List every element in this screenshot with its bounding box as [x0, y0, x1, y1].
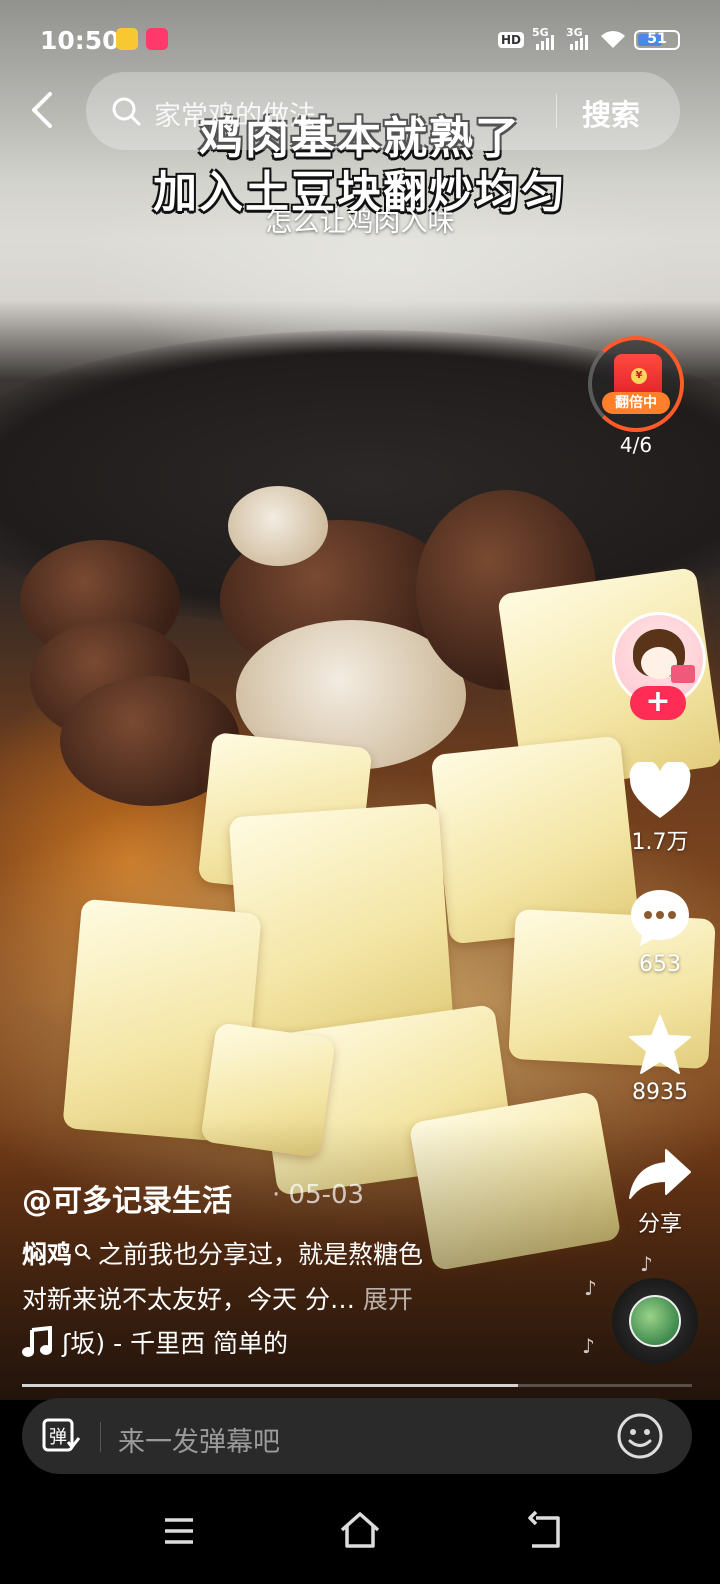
like-count: 1.7万: [631, 830, 689, 855]
video-progress-fill: [22, 1384, 518, 1387]
music-note-icon: ♪: [582, 1334, 595, 1358]
search-icon: [112, 97, 141, 126]
post-date: · 05-03: [272, 1180, 365, 1210]
danmaku-toggle-icon[interactable]: 弹: [42, 1418, 80, 1454]
search-bar[interactable]: 家常鸡的做法 搜索: [86, 72, 680, 150]
home-icon[interactable]: [337, 1508, 383, 1554]
system-nav-bar: [0, 1484, 720, 1584]
music-cover: [629, 1295, 681, 1347]
red-packet-widget[interactable]: ¥ 翻倍中: [588, 336, 684, 432]
battery-icon: 51: [634, 30, 680, 50]
favorite-button[interactable]: 8935: [610, 1014, 710, 1105]
search-divider: [556, 94, 557, 128]
description-line-1: 焖鸡 之前我也分享过，就是熬糖色: [22, 1232, 582, 1277]
music-row[interactable]: ʃ坂) - 千里西 简单的: [22, 1322, 288, 1362]
danmaku-divider: [100, 1422, 101, 1452]
description-text-1: 之前我也分享过，就是熬糖色: [98, 1240, 424, 1269]
emoji-icon[interactable]: [616, 1412, 664, 1460]
network-5g-label: 5G: [532, 26, 549, 39]
share-label: 分享: [637, 1212, 682, 1237]
clock: 10:50: [40, 26, 120, 55]
mushroom: [228, 486, 328, 566]
status-icons: HD 5G 3G 51: [497, 26, 680, 52]
music-note-icon: ♪: [640, 1252, 653, 1276]
search-button[interactable]: 搜索: [582, 92, 640, 134]
red-packet-progress: 4/6: [619, 433, 653, 457]
topic-tag[interactable]: 焖鸡: [22, 1240, 72, 1269]
like-button[interactable]: 1.7万: [610, 762, 710, 856]
search-input[interactable]: 家常鸡的做法: [154, 94, 316, 133]
heart-icon: [629, 762, 691, 818]
danmaku-icon-label: 弹: [49, 1427, 67, 1448]
signal-3g-icon: 3G: [566, 26, 592, 50]
back-icon[interactable]: [26, 90, 62, 130]
back-nav-icon[interactable]: [522, 1508, 568, 1554]
search-small-icon: [75, 1244, 91, 1260]
favorite-count: 8935: [632, 1080, 688, 1105]
battery-level: 51: [647, 31, 667, 47]
danmaku-bar[interactable]: 弹 来一发弹幕吧: [22, 1398, 692, 1474]
menu-icon[interactable]: [156, 1508, 202, 1554]
comment-icon: [631, 890, 689, 946]
app-notification-icon: [146, 28, 168, 50]
follow-button[interactable]: +: [630, 686, 686, 720]
music-title: ʃ坂) - 千里西 简单的: [62, 1329, 289, 1358]
comment-count: 653: [639, 952, 681, 977]
coin-icon: ¥: [631, 368, 647, 384]
network-3g-label: 3G: [566, 26, 583, 39]
hd-icon: HD: [497, 32, 524, 48]
description-line-2: 对新来说不太友好，今天 分… 展开: [22, 1277, 582, 1322]
red-packet-label: 翻倍中: [602, 392, 670, 414]
app-notification-icon: [116, 28, 138, 50]
post-description[interactable]: 焖鸡 之前我也分享过，就是熬糖色 对新来说不太友好，今天 分… 展开: [22, 1232, 582, 1322]
star-icon: [629, 1015, 691, 1074]
comment-button[interactable]: 653: [610, 888, 710, 977]
music-note-icon: ♪: [584, 1276, 597, 1300]
author-name[interactable]: @可多记录生活: [22, 1176, 232, 1220]
wifi-icon: [601, 31, 625, 48]
music-icon: [22, 1326, 52, 1357]
description-text-2: 对新来说不太友好，今天 分…: [22, 1285, 355, 1314]
signal-5g-icon: 5G: [532, 26, 558, 50]
potato: [228, 802, 454, 1038]
expand-link[interactable]: 展开: [363, 1285, 413, 1314]
danmaku-input[interactable]: 来一发弹幕吧: [118, 1420, 280, 1459]
share-button[interactable]: 分享: [610, 1146, 710, 1238]
music-disc[interactable]: [612, 1278, 698, 1364]
video-progress-bar[interactable]: [22, 1384, 692, 1387]
status-bar: 10:50 HD 5G 3G 51: [0, 18, 720, 62]
share-arrow-icon: [629, 1149, 691, 1199]
caption-line-3: 怎么让鸡肉入味: [265, 207, 455, 238]
